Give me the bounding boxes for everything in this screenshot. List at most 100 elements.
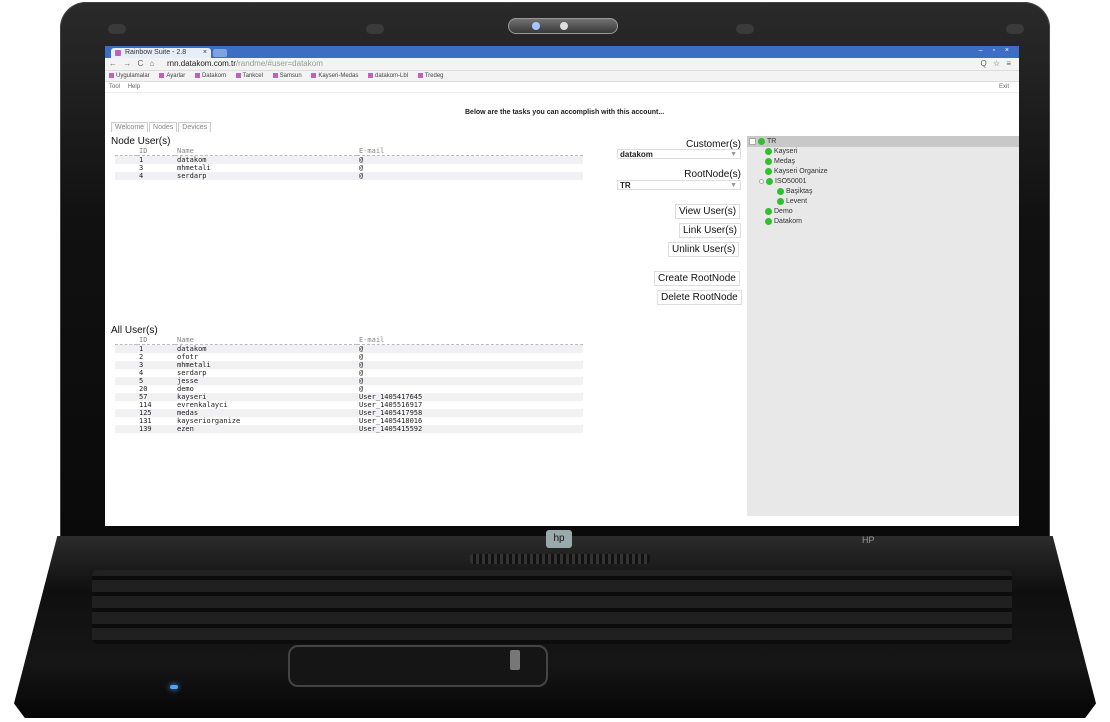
bookmark-item[interactable]: Ayarlar (159, 72, 185, 79)
node-icon (765, 217, 772, 225)
tree-node[interactable]: Levent (777, 197, 807, 206)
customer-select[interactable]: datakom ▼ (617, 149, 741, 159)
lid-bump-right (1006, 24, 1024, 34)
tab-title: Rainbow Suite - 2.8 (125, 49, 187, 56)
bookmark-item[interactable]: Samsun (272, 72, 302, 79)
node-icon (777, 187, 784, 195)
brand-label: HP (862, 535, 875, 545)
all-users-table: ID Name E-mail 1 datakom @ 2 ofotr @ 3 mhmeta… (115, 336, 583, 433)
col-email[interactable]: E-mail (357, 147, 583, 156)
touchpad (288, 645, 548, 687)
table-row[interactable]: 3 mhmetali @ (115, 361, 583, 369)
toolbar-right-icons[interactable]: Q ☆ ≡ (980, 58, 1013, 70)
bookmark-item[interactable]: Kayseri-Medas (311, 72, 358, 79)
browser-tab[interactable]: Rainbow Suite - 2.8 × (111, 48, 211, 58)
webcam (508, 18, 618, 34)
all-users-title: All User(s) (111, 325, 158, 336)
tree-selection-highlight (747, 136, 1019, 147)
col-name[interactable]: Name (175, 336, 357, 345)
tree-node[interactable]: Kayseri (765, 147, 797, 156)
chevron-down-icon: ▼ (730, 151, 737, 158)
create-rootnode-button[interactable]: Create RootNode (654, 271, 740, 286)
chevron-down-icon: ▼ (730, 182, 737, 189)
bookmark-item[interactable]: datakom-Lbl (368, 72, 408, 79)
tree-node[interactable]: Başiktaş (777, 187, 812, 196)
bookmarks-bar: Uygulamalar Ayarlar Datakom Tankcel Sams… (105, 71, 1019, 82)
rootnode-label: RootNode(s) (684, 169, 741, 180)
node-icon (758, 137, 765, 145)
node-icon (765, 167, 772, 175)
tree-node[interactable]: Kayseri Organize (765, 167, 828, 176)
table-row[interactable]: 2 ofotr @ (115, 353, 583, 361)
favicon-icon (115, 50, 121, 56)
table-row[interactable]: 125 medas User_1405417958 (115, 409, 583, 417)
app-tabs: Welcome Nodes Devices (111, 122, 212, 132)
table-row[interactable]: 20 demo @ (115, 385, 583, 393)
lid-bump-left (108, 24, 126, 34)
table-row[interactable]: 4 serdarp @ (115, 172, 583, 180)
delete-rootnode-button[interactable]: Delete RootNode (657, 290, 742, 305)
table-row[interactable]: 139 ezen User_1405415592 (115, 425, 583, 433)
bookmark-item[interactable]: Datakom (194, 72, 226, 79)
table-row[interactable]: 3 mhmetali @ (115, 164, 583, 172)
nav-buttons[interactable]: ← → C ⌂ (109, 58, 156, 70)
customer-value: datakom (620, 150, 653, 159)
table-header: ID Name E-mail (115, 147, 583, 156)
tree-node[interactable]: Demo (765, 207, 793, 216)
table-header: ID Name E-mail (115, 336, 583, 345)
rootnode-select[interactable]: TR ▼ (617, 180, 741, 190)
rootnode-value: TR (620, 181, 631, 190)
tab-welcome[interactable]: Welcome (111, 122, 149, 132)
tab-close-icon[interactable]: × (203, 48, 207, 58)
table-row[interactable]: 5 jesse @ (115, 377, 583, 385)
lid-bump (366, 24, 384, 34)
col-id[interactable]: ID (137, 336, 175, 345)
bookmark-item[interactable]: Uygulamalar (109, 72, 150, 79)
hp-logo: hp (546, 530, 572, 548)
col-email[interactable]: E-mail (357, 336, 583, 345)
link-users-button[interactable]: Link User(s) (679, 223, 741, 238)
view-users-button[interactable]: View User(s) (675, 204, 741, 219)
menu-exit[interactable]: Exit (999, 82, 1009, 92)
table-row[interactable]: 57 kayseri User_1405417645 (115, 393, 583, 401)
menu-help[interactable]: Help (128, 84, 140, 90)
table-row[interactable]: 1 datakom @ (115, 344, 583, 353)
app-menubar: Tool Help Exit (105, 82, 1019, 93)
power-led (170, 685, 178, 689)
keyboard (92, 570, 1012, 644)
node-icon (765, 147, 772, 155)
node-icon (765, 157, 772, 165)
tab-devices[interactable]: Devices (178, 122, 212, 132)
table-row[interactable]: 131 kayseriorganize User_1405418016 (115, 417, 583, 425)
node-icon (766, 177, 773, 185)
tree-node[interactable]: Medaş (765, 157, 795, 166)
url-host: rnn.datakom.com.tr (167, 59, 236, 68)
tree-node-root[interactable]: TR (749, 137, 776, 146)
collapse-icon[interactable] (749, 137, 756, 145)
lid-bump (736, 24, 754, 34)
window-controls[interactable]: – ▫ × (979, 47, 1013, 54)
col-name[interactable]: Name (175, 147, 357, 156)
node-users-title: Node User(s) (111, 136, 171, 147)
collapse-icon[interactable] (759, 178, 764, 184)
bookmark-item[interactable]: Tredeg (417, 72, 444, 79)
tree-node[interactable]: ISO50001 (759, 177, 807, 186)
url-field[interactable]: rnn.datakom.com.tr/randme/#user=datakom (167, 58, 323, 70)
rootnode-tree: TR Kayseri Medaş Kayseri Organize ISO500… (747, 136, 1019, 516)
new-tab-button[interactable] (213, 49, 227, 57)
tree-node[interactable]: Datakom (765, 217, 802, 226)
tab-nodes[interactable]: Nodes (149, 122, 178, 132)
col-id[interactable]: ID (137, 147, 175, 156)
bookmark-item[interactable]: Tankcel (235, 72, 263, 79)
touchpad-button (510, 650, 520, 670)
screen: Rainbow Suite - 2.8 × – ▫ × ← → C ⌂ rnn.… (105, 46, 1019, 526)
node-icon (777, 197, 784, 205)
menu-tool[interactable]: Tool (109, 84, 120, 90)
table-row[interactable]: 114 evrenkalayci User_1405516917 (115, 401, 583, 409)
webcam-lens (532, 22, 540, 30)
node-icon (765, 207, 772, 215)
unlink-users-button[interactable]: Unlink User(s) (668, 242, 740, 257)
table-row[interactable]: 1 datakom @ (115, 155, 583, 164)
table-row[interactable]: 4 serdarp @ (115, 369, 583, 377)
task-notice: Below are the tasks you can accomplish w… (465, 109, 665, 116)
